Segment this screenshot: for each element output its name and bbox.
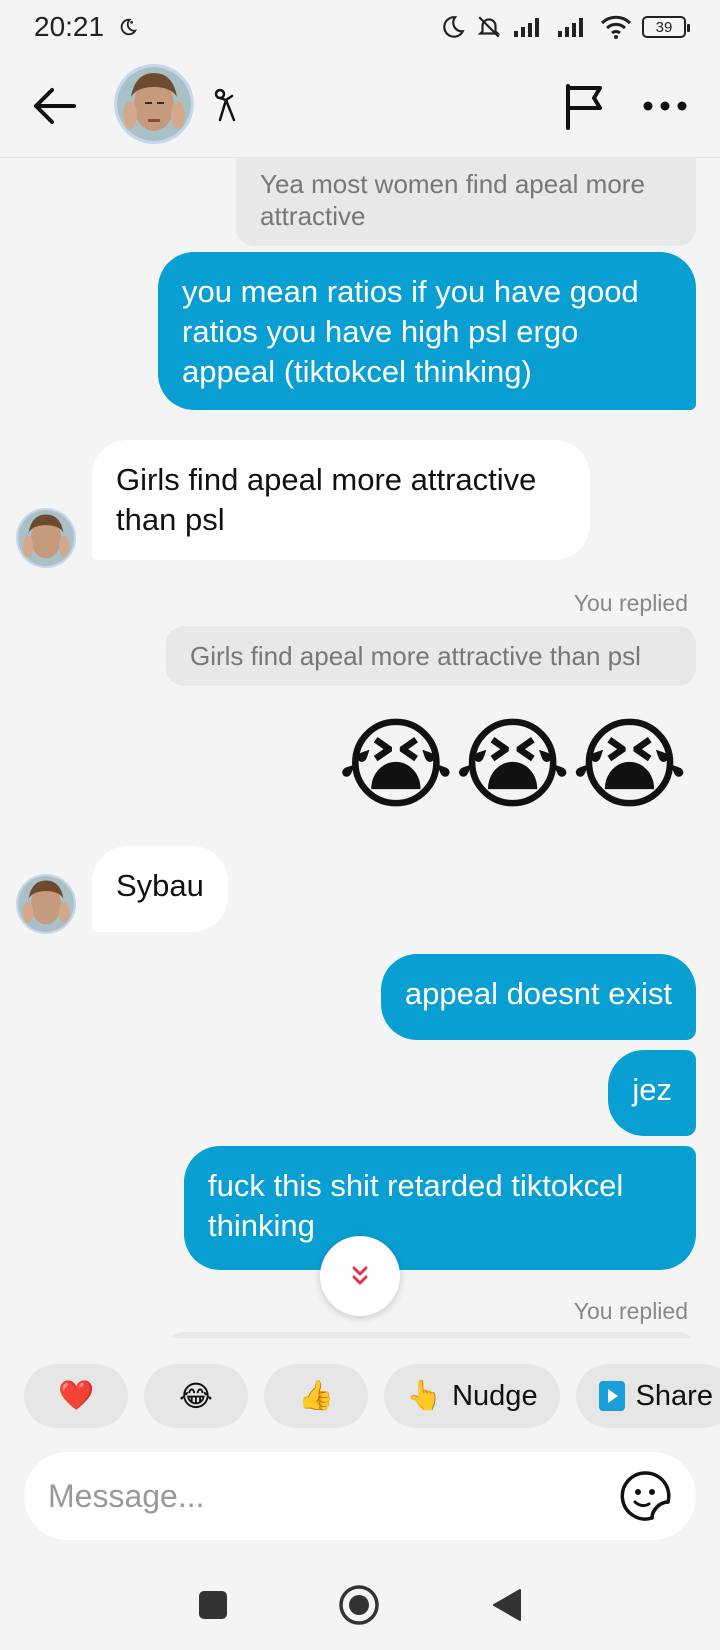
moon-icon bbox=[443, 16, 465, 38]
avatar-image bbox=[18, 876, 74, 932]
outgoing-message[interactable]: you mean ratios if you have good ratios … bbox=[158, 252, 696, 410]
contact-avatar-small[interactable] bbox=[16, 874, 76, 934]
outgoing-message[interactable]: fuck this shit retarded tiktokcel thinki… bbox=[184, 1146, 696, 1270]
nudge-chip[interactable]: 👆 Nudge bbox=[384, 1364, 560, 1428]
outgoing-message[interactable]: jez bbox=[608, 1050, 696, 1136]
share-label: Share bbox=[635, 1379, 713, 1412]
emoji-text: 😭😭😭 bbox=[337, 709, 688, 821]
emoji-message[interactable]: 😭😭😭 bbox=[337, 710, 688, 820]
system-nav-bar bbox=[0, 1560, 720, 1650]
thumbs-up-icon: 👍 bbox=[297, 1380, 335, 1412]
share-play-icon bbox=[598, 1381, 625, 1411]
reply-quote[interactable] bbox=[166, 1332, 696, 1338]
status-left: 20:21 bbox=[34, 11, 138, 43]
more-horizontal-icon[interactable] bbox=[642, 100, 688, 112]
home-icon[interactable] bbox=[338, 1584, 380, 1626]
avatar-image bbox=[117, 67, 191, 141]
you-replied-label: You replied bbox=[573, 590, 688, 616]
status-bar: 20:21 39 bbox=[0, 0, 720, 54]
outgoing-message[interactable]: appeal doesnt exist bbox=[380, 954, 696, 1040]
contact-avatar-small[interactable] bbox=[16, 508, 76, 568]
heart-reaction-chip[interactable]: ❤️ bbox=[24, 1364, 128, 1428]
wifi-icon bbox=[600, 15, 632, 39]
message-input[interactable] bbox=[48, 1477, 620, 1515]
heart-icon: ❤️ bbox=[57, 1380, 95, 1412]
quick-reactions: ❤️ 😂 👍 👆 Nudge Share bbox=[0, 1364, 720, 1430]
share-chip[interactable]: Share bbox=[575, 1364, 720, 1428]
incoming-message[interactable]: Girls find apeal more attractive than ps… bbox=[92, 440, 590, 560]
status-time: 20:21 bbox=[34, 11, 105, 42]
chat-header bbox=[0, 54, 720, 158]
nudge-label: Nudge bbox=[452, 1379, 538, 1412]
status-right: 39 bbox=[440, 14, 690, 40]
reply-quote[interactable]: Girls find apeal more attractive than ps… bbox=[166, 626, 696, 686]
pointing-hand-icon: 👆 bbox=[406, 1380, 443, 1412]
bell-off-icon bbox=[477, 16, 501, 38]
avatar-image bbox=[18, 510, 74, 566]
back-nav-icon[interactable] bbox=[490, 1588, 522, 1622]
you-replied-label: You replied bbox=[573, 1298, 688, 1324]
sticker-icon[interactable] bbox=[620, 1470, 672, 1522]
thumbs-up-reaction-chip[interactable]: 👍 bbox=[264, 1364, 368, 1428]
double-chevron-down-icon bbox=[352, 1266, 368, 1285]
laugh-reaction-chip[interactable]: 😂 bbox=[144, 1364, 248, 1428]
stick-figure-icon bbox=[214, 88, 236, 122]
message-list[interactable]: Yea most women find apeal more attractiv… bbox=[0, 158, 720, 1338]
reply-quote[interactable]: Yea most women find apeal more attractiv… bbox=[236, 158, 696, 246]
incoming-message[interactable]: Sybau bbox=[92, 846, 228, 932]
signal-icon bbox=[514, 18, 539, 37]
battery-level: 39 bbox=[655, 18, 673, 36]
message-composer bbox=[24, 1452, 696, 1540]
contact-avatar[interactable] bbox=[114, 64, 194, 144]
arrow-left-icon[interactable] bbox=[30, 84, 78, 128]
moon-star-icon bbox=[120, 18, 138, 36]
signal-icon bbox=[558, 18, 583, 37]
scroll-to-bottom-button[interactable] bbox=[320, 1236, 400, 1316]
recent-apps-icon[interactable] bbox=[198, 1590, 228, 1620]
battery-icon: 39 bbox=[642, 16, 690, 38]
laugh-icon: 😂 bbox=[179, 1380, 213, 1413]
flag-icon[interactable] bbox=[562, 82, 606, 130]
